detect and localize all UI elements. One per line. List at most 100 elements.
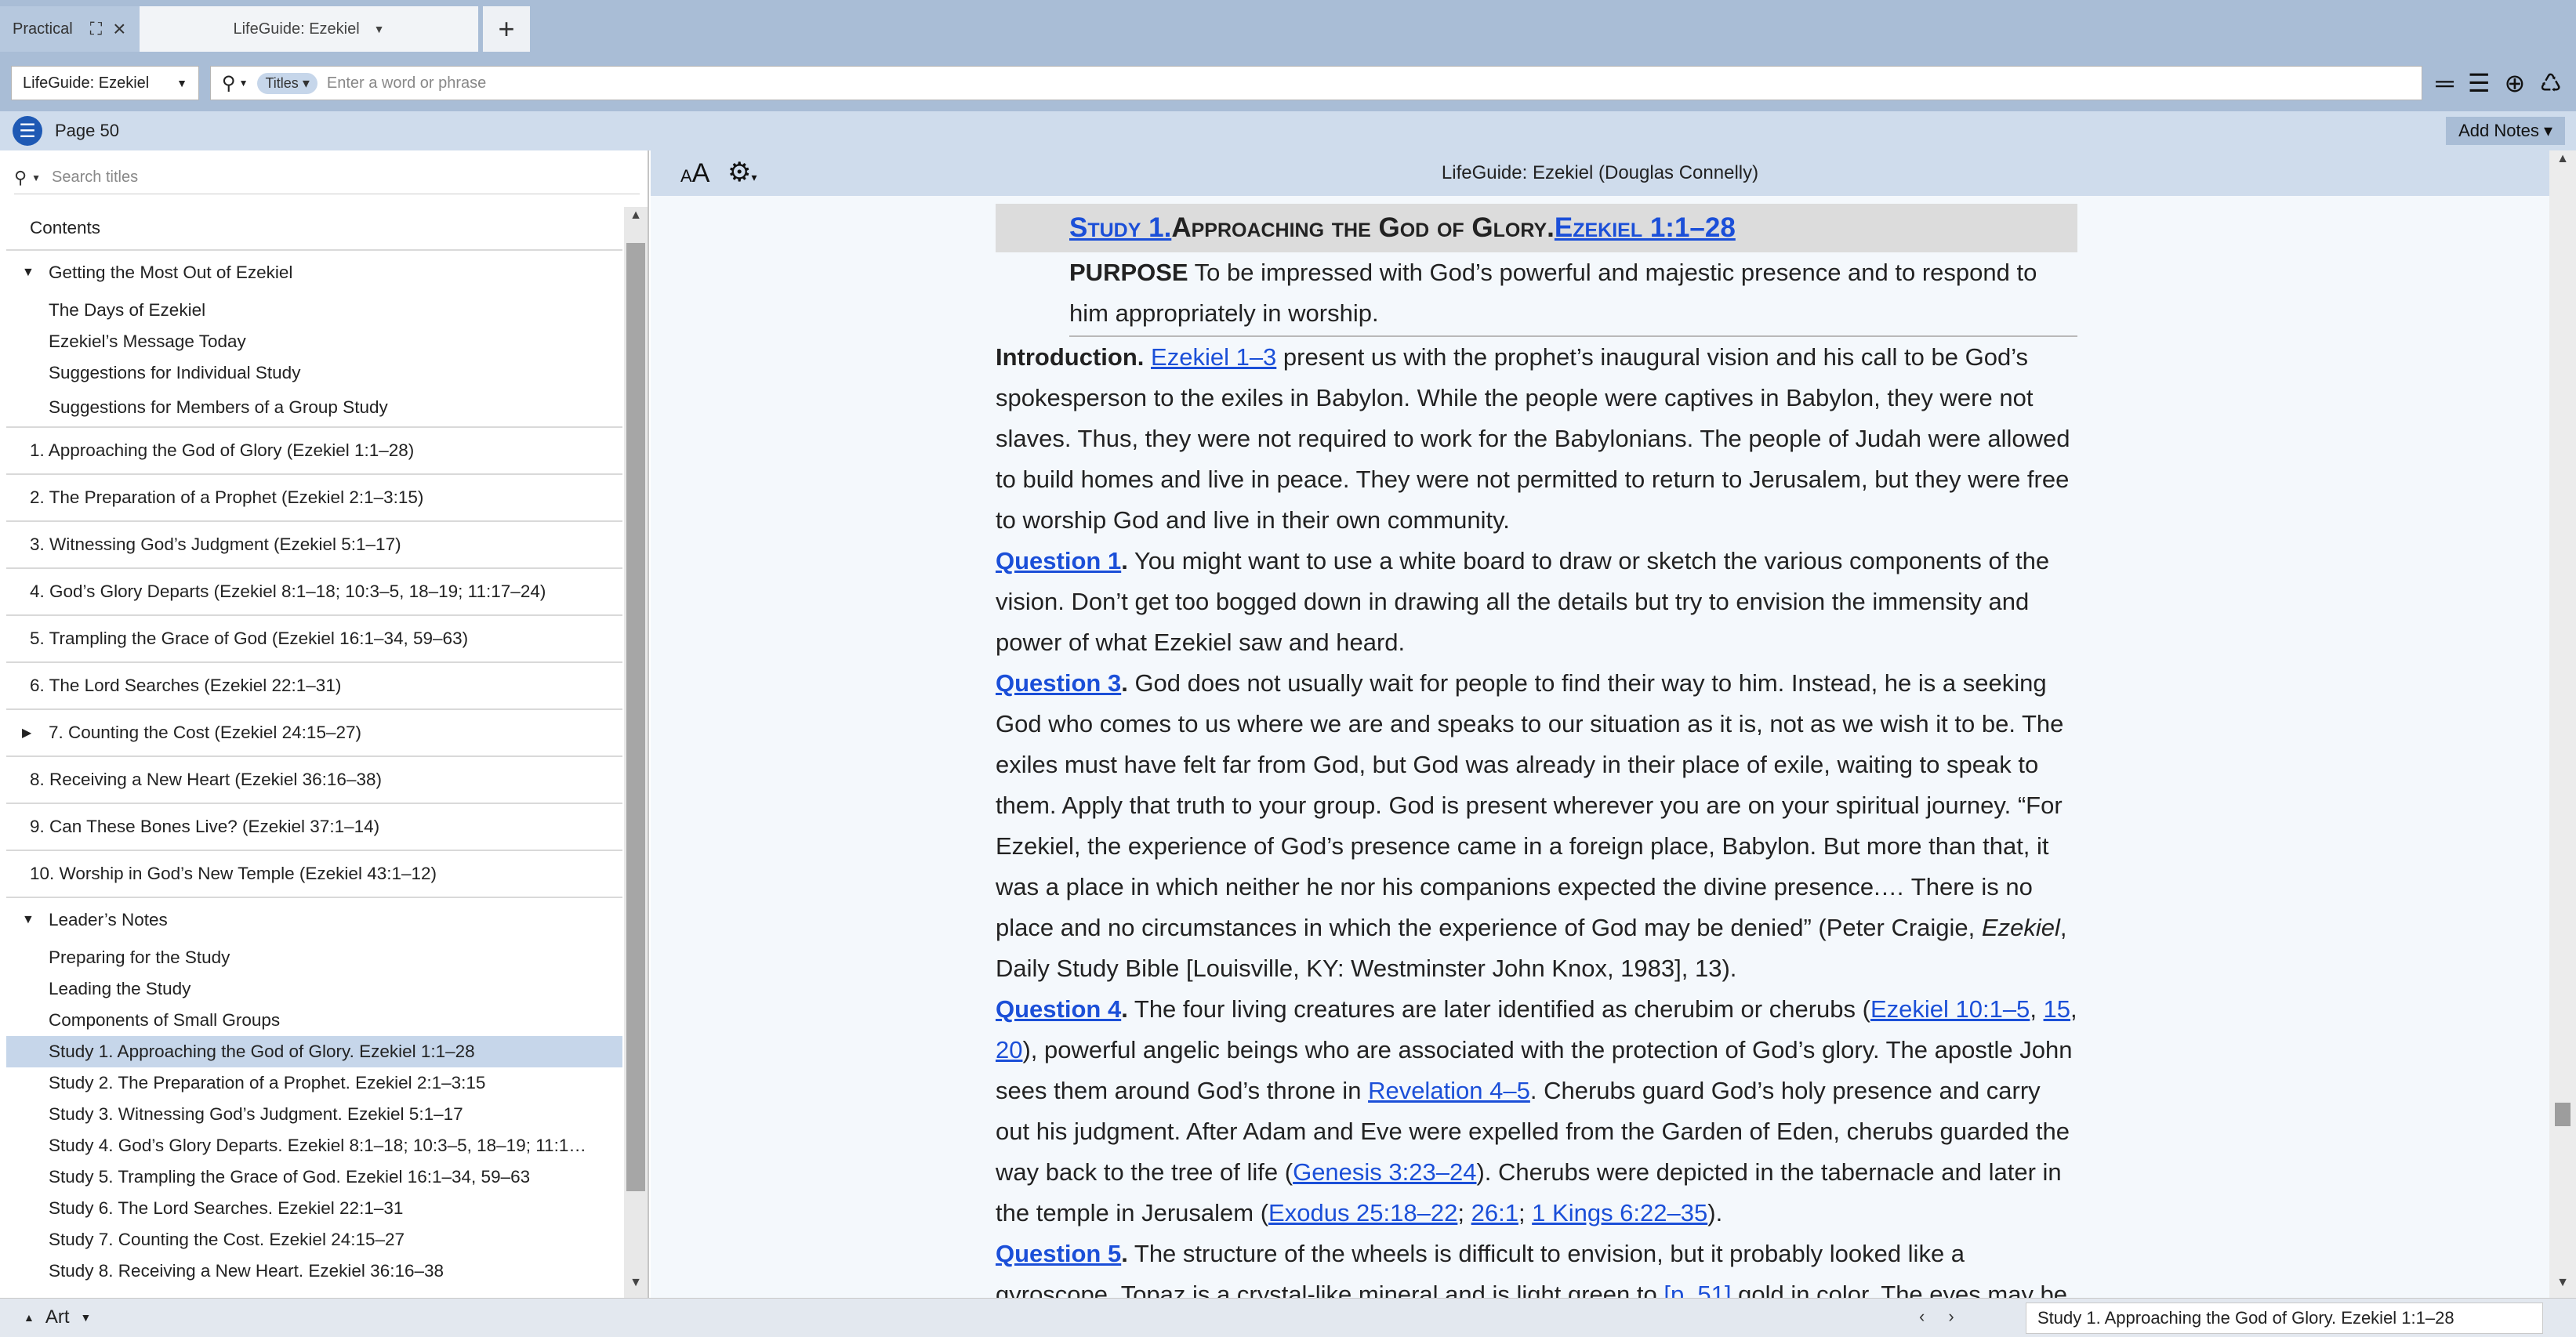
- toc-item[interactable]: Components of Small Groups: [6, 1005, 622, 1036]
- toc-item[interactable]: Suggestions for Individual Study: [6, 357, 622, 389]
- toc-item[interactable]: 8. Receiving a New Heart (Ezekiel 36:16–…: [6, 757, 622, 804]
- toc-item[interactable]: 5. Trampling the Grace of God (Ezekiel 1…: [6, 616, 622, 663]
- scripture-link[interactable]: Genesis 3:23–24: [1293, 1158, 1476, 1186]
- toc-item[interactable]: ▼ Leader’s Notes: [6, 898, 622, 942]
- toc-item[interactable]: 1. Approaching the God of Glory (Ezekiel…: [6, 428, 622, 475]
- add-circle-icon[interactable]: ⊕: [2505, 68, 2526, 98]
- add-notes-button[interactable]: Add Notes ▾: [2446, 117, 2565, 145]
- resource-title: LifeGuide: Ezekiel (Douglas Connelly): [1441, 162, 1759, 183]
- toc-item[interactable]: Study 3. Witnessing God’s Judgment. Ezek…: [6, 1099, 622, 1130]
- title-search-input[interactable]: ⚲ ▼ Search titles: [14, 161, 640, 194]
- toc-item[interactable]: Study 5. Trampling the Grace of God. Eze…: [6, 1161, 622, 1193]
- sidebar-scrollbar[interactable]: ▲ ▼: [624, 207, 648, 1298]
- search-icon[interactable]: ⚲: [14, 168, 27, 188]
- expand-right-icon[interactable]: ▶: [22, 725, 41, 741]
- toc-item-label: 7. Counting the Cost (Ezekiel 24:15–27): [49, 723, 361, 742]
- maximize-icon[interactable]: ⛶: [90, 19, 102, 39]
- scrollbar-thumb[interactable]: [2555, 1103, 2571, 1126]
- question-4-link[interactable]: Question 4: [996, 995, 1121, 1023]
- current-location: Study 1. Approaching the God of Glory. E…: [2026, 1303, 2543, 1334]
- toc-item[interactable]: Leading the Study: [6, 973, 622, 1005]
- toc-item-label: 6. The Lord Searches (Ezekiel 22:1–31): [30, 676, 342, 695]
- scripture-link[interactable]: 1 Kings 6:22–35: [1532, 1199, 1707, 1226]
- scripture-link[interactable]: Ezekiel 10:1–5: [1870, 995, 2030, 1023]
- intro-label: Introduction.: [996, 343, 1145, 371]
- toc-item[interactable]: Preparing for the Study: [6, 942, 622, 973]
- chevron-down-icon[interactable]: ▼: [81, 1311, 92, 1324]
- toc-item-label: Getting the Most Out of Ezekiel: [49, 263, 293, 282]
- scroll-up-icon[interactable]: ▲: [626, 208, 646, 229]
- resource-selector[interactable]: LifeGuide: Ezekiel ▼: [11, 66, 199, 100]
- scripture-link[interactable]: Revelation 4–5: [1368, 1077, 1530, 1104]
- book-title: Ezekiel: [1981, 914, 2060, 941]
- tab-practical[interactable]: Practical ⛶ ×: [0, 6, 140, 52]
- toc-item[interactable]: Study 4. God’s Glory Departs. Ezekiel 8:…: [6, 1130, 622, 1161]
- toc-item[interactable]: Ezekiel’s Message Today: [6, 326, 622, 357]
- tab-lifeguide-ezekiel[interactable]: LifeGuide: Ezekiel ▼: [140, 6, 478, 52]
- toc-item[interactable]: 9. Can These Bones Live? (Ezekiel 37:1–1…: [6, 804, 622, 851]
- page-link[interactable]: [p. 51]: [1664, 1281, 1731, 1298]
- toc-item-label: 8. Receiving a New Heart (Ezekiel 36:16–…: [30, 770, 382, 789]
- toc-list-icon[interactable]: ☰: [13, 116, 42, 146]
- search-input[interactable]: ⚲ ▼ Titles ▾ Enter a word or phrase: [210, 66, 2422, 100]
- chevron-down-icon[interactable]: ▼: [239, 78, 249, 89]
- toc-item[interactable]: 10. Worship in God’s New Temple (Ezekiel…: [6, 851, 622, 898]
- scripture-link[interactable]: 20: [996, 1036, 1022, 1063]
- toc-item[interactable]: The Days of Ezekiel: [6, 295, 622, 326]
- chevron-down-icon[interactable]: ▼: [374, 23, 385, 35]
- toc-item[interactable]: 3. Witnessing God’s Judgment (Ezekiel 5:…: [6, 522, 622, 569]
- expand-down-icon[interactable]: ▼: [22, 913, 41, 927]
- scripture-link[interactable]: 26:1: [1471, 1199, 1518, 1226]
- list-icon[interactable]: ☰: [2468, 68, 2491, 98]
- chevron-down-icon[interactable]: ▼: [176, 77, 187, 89]
- question-4-text: ).: [1707, 1199, 1723, 1226]
- toc-item-label: Contents: [30, 218, 101, 237]
- scripture-link[interactable]: Ezekiel 1–3: [1151, 343, 1276, 371]
- study-link[interactable]: Study 1.: [1069, 208, 1171, 248]
- toc-item[interactable]: 6. The Lord Searches (Ezekiel 22:1–31): [6, 663, 622, 710]
- chevron-down-icon[interactable]: ▼: [31, 172, 41, 183]
- toc-item[interactable]: Study 7. Counting the Cost. Ezekiel 24:1…: [6, 1224, 622, 1255]
- art-dropdown[interactable]: ▲ Art ▼: [24, 1306, 91, 1328]
- scrollbar-thumb[interactable]: [626, 243, 645, 1191]
- close-icon[interactable]: ×: [113, 16, 125, 42]
- toc-item[interactable]: Study 2. The Preparation of a Prophet. E…: [6, 1067, 622, 1099]
- toc-item[interactable]: 2. The Preparation of a Prophet (Ezekiel…: [6, 475, 622, 522]
- history-nav: ‹ ›: [1919, 1306, 1954, 1327]
- toc-item-label: 2. The Preparation of a Prophet (Ezekiel…: [30, 487, 424, 507]
- content-header: AA ⚙▾ LifeGuide: Ezekiel (Douglas Connel…: [651, 150, 2549, 196]
- document-scrollbar[interactable]: ▲ ▼: [2549, 150, 2576, 1298]
- scripture-link[interactable]: Ezekiel 1:1–28: [1555, 208, 1736, 248]
- purpose-text: To be impressed with God’s powerful and …: [1069, 259, 2037, 327]
- toc-item[interactable]: 4. God’s Glory Departs (Ezekiel 8:1–18; …: [6, 569, 622, 616]
- search-icon[interactable]: ⚲: [222, 72, 236, 95]
- forward-arrow-icon[interactable]: ›: [1948, 1306, 1954, 1327]
- document-text: Study 1. Approaching the God of Glory. E…: [996, 204, 2077, 1298]
- chevron-up-icon[interactable]: ▲: [24, 1311, 34, 1324]
- back-arrow-icon[interactable]: ‹: [1919, 1306, 1925, 1327]
- scroll-down-icon[interactable]: ▼: [626, 1276, 646, 1296]
- toc-item-label: The Days of Ezekiel: [49, 300, 206, 320]
- scripture-link[interactable]: Exodus 25:18–22: [1268, 1199, 1457, 1226]
- toc-item-label: 1. Approaching the God of Glory (Ezekiel…: [30, 440, 415, 460]
- toc-item[interactable]: Study 1. Approaching the God of Glory. E…: [6, 1036, 622, 1067]
- toc-item[interactable]: Suggestions for Members of a Group Study: [6, 389, 622, 428]
- equals-icon[interactable]: ═: [2436, 69, 2454, 98]
- toc-item[interactable]: ▶ 7. Counting the Cost (Ezekiel 24:15–27): [6, 710, 622, 757]
- toc-item[interactable]: Contents: [6, 207, 622, 251]
- toc-item[interactable]: Study 6. The Lord Searches. Ezekiel 22:1…: [6, 1193, 622, 1224]
- toc-item-label: 4. God’s Glory Departs (Ezekiel 8:1–18; …: [30, 582, 546, 601]
- scroll-down-icon[interactable]: ▼: [2552, 1276, 2573, 1296]
- question-5-link[interactable]: Question 5: [996, 1240, 1121, 1267]
- scroll-up-icon[interactable]: ▲: [2552, 152, 2573, 172]
- recycle-icon[interactable]: ♺: [2539, 68, 2562, 98]
- question-1-link[interactable]: Question 1: [996, 547, 1121, 574]
- scripture-link[interactable]: 15: [2044, 995, 2070, 1023]
- expand-down-icon[interactable]: ▼: [22, 266, 41, 280]
- scope-dropdown[interactable]: Titles ▾: [257, 72, 317, 94]
- new-tab-button[interactable]: +: [483, 6, 530, 52]
- toc-item[interactable]: Study 8. Receiving a New Heart. Ezekiel …: [6, 1255, 622, 1287]
- question-4-paragraph: Question 4. The four living creatures ar…: [996, 995, 2077, 1226]
- question-3-link[interactable]: Question 3: [996, 669, 1121, 697]
- toc-item[interactable]: ▼ Getting the Most Out of Ezekiel: [6, 251, 622, 295]
